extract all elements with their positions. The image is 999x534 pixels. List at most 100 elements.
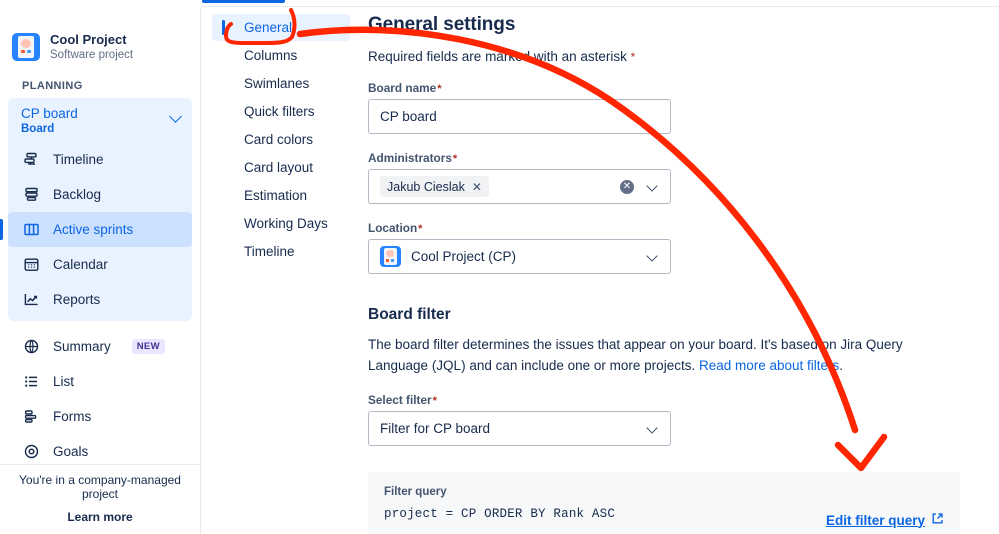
settings-nav-label: Estimation <box>244 188 308 203</box>
edit-filter-query-link[interactable]: Edit filter query <box>826 512 944 528</box>
sidebar-item-label: Forms <box>53 409 92 424</box>
select-filter-dropdown[interactable]: Filter for CP board <box>368 411 671 446</box>
project-name: Cool Project <box>50 32 127 47</box>
board-filter-heading: Board filter <box>368 306 451 323</box>
administrator-chip[interactable]: Jakub Cieslak ✕ <box>380 176 489 197</box>
settings-nav-card-layout[interactable]: Card layout <box>212 154 350 181</box>
settings-nav-working-days[interactable]: Working Days <box>212 210 350 237</box>
reports-chart-icon <box>22 291 40 309</box>
settings-nav-general[interactable]: General <box>212 14 350 41</box>
board-filter-description: The board filter determines the issues t… <box>368 334 928 376</box>
board-name-label-text: Board name <box>368 81 437 95</box>
sidebar-item-summary[interactable]: Summary NEW <box>8 329 192 364</box>
location-label-text: Location <box>368 221 418 235</box>
project-sidebar: Cool Project Software project PLANNING C… <box>0 8 201 534</box>
project-header[interactable]: Cool Project Software project <box>0 8 200 62</box>
location-select[interactable]: Cool Project (CP) <box>368 239 671 274</box>
board-nav-group: CP board Board Timeline Backlog Active s… <box>0 98 192 321</box>
board-filter-description-period: . <box>839 358 844 373</box>
sidebar-item-label: Summary <box>53 339 111 354</box>
filter-query-label: Filter query <box>384 486 447 498</box>
settings-nav-label: Card layout <box>244 160 314 175</box>
settings-nav-label: Columns <box>244 48 298 63</box>
administrator-chip-label: Jakub Cieslak <box>387 179 465 194</box>
sidebar-item-label: Backlog <box>53 187 102 202</box>
general-settings-panel: General settings Required fields are mar… <box>368 8 999 534</box>
page-title: General settings <box>368 14 516 35</box>
sidebar-item-timeline[interactable]: Timeline <box>8 142 192 177</box>
project-type: Software project <box>50 49 134 61</box>
sidebar-item-backlog[interactable]: Backlog <box>8 177 192 212</box>
settings-nav-label: Timeline <box>244 244 295 259</box>
chevron-down-icon[interactable] <box>646 250 658 262</box>
administrators-label-text: Administrators <box>368 151 452 165</box>
chevron-down-icon[interactable] <box>646 422 658 434</box>
filter-query-value: project = CP ORDER BY Rank ASC <box>384 507 616 521</box>
timeline-icon <box>22 151 40 169</box>
clear-circle-icon[interactable]: ✕ <box>620 180 634 194</box>
settings-nav-label: Working Days <box>244 216 328 231</box>
close-icon[interactable]: ✕ <box>472 180 482 194</box>
project-avatar-icon <box>380 246 401 267</box>
sidebar-item-label: List <box>53 374 75 389</box>
chevron-down-icon[interactable] <box>646 180 658 192</box>
sidebar-item-calendar[interactable]: Calendar <box>8 247 192 282</box>
sidebar-item-label: Active sprints <box>53 222 134 237</box>
location-label: Location* <box>368 221 999 235</box>
board-name-value: CP board <box>380 109 437 124</box>
sidebar-item-label: Reports <box>53 292 101 307</box>
settings-nav-columns[interactable]: Columns <box>212 42 350 69</box>
list-icon <box>22 373 40 391</box>
asterisk-mark: * <box>452 153 458 165</box>
asterisk-mark: * <box>432 395 437 407</box>
header-divider <box>201 6 999 7</box>
project-avatar-icon <box>12 33 40 61</box>
settings-nav-card-colors[interactable]: Card colors <box>212 126 350 153</box>
settings-nav-estimation[interactable]: Estimation <box>212 182 350 209</box>
settings-nav-label: Card colors <box>244 132 314 147</box>
asterisk-mark: * <box>630 50 636 64</box>
select-filter-value: Filter for CP board <box>380 421 491 436</box>
settings-nav-label: Quick filters <box>244 104 315 119</box>
sidebar-item-active-sprints[interactable]: Active sprints <box>0 212 192 247</box>
status-badge: NEW <box>131 339 165 354</box>
forms-icon <box>22 408 40 426</box>
sidebar-section-planning: PLANNING <box>22 80 83 92</box>
calendar-icon <box>22 256 40 274</box>
sidebar-item-label: Timeline <box>53 152 104 167</box>
active-tab-indicator <box>202 0 285 3</box>
backlog-icon <box>22 186 40 204</box>
board-name-label: Board name* <box>368 81 999 95</box>
settings-nav-quick-filters[interactable]: Quick filters <box>212 98 350 125</box>
settings-nav-label: Swimlanes <box>244 76 310 91</box>
board-name-input[interactable]: CP board <box>368 99 671 134</box>
sidebar-item-label: Calendar <box>53 257 108 272</box>
filter-query-panel: Filter query project = CP ORDER BY Rank … <box>368 472 960 534</box>
sidebar-item-forms[interactable]: Forms <box>8 399 192 434</box>
select-filter-label-text: Select filter <box>368 393 432 407</box>
company-managed-note: You're in a company-managed project <box>19 473 181 501</box>
asterisk-mark: * <box>418 223 423 235</box>
settings-nav-timeline[interactable]: Timeline <box>212 238 350 265</box>
sidebar-item-reports[interactable]: Reports <box>8 282 192 317</box>
external-link-icon <box>931 512 944 528</box>
board-columns-icon <box>22 221 40 239</box>
sidebar-footer: You're in a company-managed project Lear… <box>0 464 200 534</box>
board-group-subtitle: Board <box>21 123 55 135</box>
learn-more-link[interactable]: Learn more <box>0 510 200 524</box>
edit-filter-query-label: Edit filter query <box>825 512 925 528</box>
administrators-label: Administrators* <box>368 151 999 165</box>
asterisk-mark: * <box>437 83 442 95</box>
goals-target-icon <box>22 443 40 461</box>
settings-nav-swimlanes[interactable]: Swimlanes <box>212 70 350 97</box>
read-more-about-filters-link[interactable]: Read more about filters <box>699 358 839 373</box>
location-value: Cool Project (CP) <box>411 249 517 264</box>
sidebar-item-list[interactable]: List <box>8 364 192 399</box>
board-group-header[interactable]: CP board Board <box>8 98 192 142</box>
settings-nav-label: General <box>244 20 293 35</box>
board-group-title: CP board <box>21 106 78 121</box>
sidebar-item-label: Goals <box>53 444 89 459</box>
board-settings-nav: General Columns Swimlanes Quick filters … <box>202 8 360 534</box>
administrators-select[interactable]: Jakub Cieslak ✕ ✕ <box>368 169 671 204</box>
globe-icon <box>22 338 40 356</box>
